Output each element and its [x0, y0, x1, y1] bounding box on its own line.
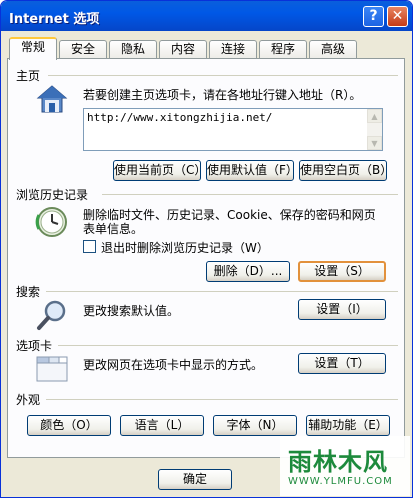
homepage-description: 若要创建主页选项卡，请在各地址行键入地址（R）。 — [83, 88, 362, 102]
delete-on-exit-checkbox[interactable] — [83, 240, 96, 253]
tabs-section-label: 选项卡 — [16, 339, 53, 353]
delete-history-button[interactable]: 删除（D）... — [206, 261, 290, 282]
tab-advanced[interactable]: 高级 — [309, 40, 357, 59]
use-blank-button[interactable]: 使用空白页（B） — [299, 160, 392, 181]
use-current-button[interactable]: 使用当前页（C） — [113, 160, 206, 181]
search-section-label: 搜索 — [16, 285, 41, 299]
tab-security[interactable]: 安全 — [59, 40, 107, 59]
delete-on-exit-label[interactable]: 退出时删除浏览历史记录（W） — [101, 239, 269, 256]
clock-icon — [35, 207, 67, 237]
tab-strip: 常规 安全 隐私 内容 连接 程序 高级 — [7, 37, 407, 60]
internet-options-dialog: Internet 选项 ? ✕ 常规 安全 隐私 内容 连接 程序 高级 主页 … — [0, 0, 413, 498]
divider — [102, 194, 398, 195]
homepage-url-value: http://www.xitongzhijia.net/ — [87, 111, 273, 124]
house-icon — [36, 85, 68, 113]
accessibility-button[interactable]: 辅助功能（E） — [306, 415, 390, 436]
appearance-section-label: 外观 — [16, 393, 41, 407]
tab-programs[interactable]: 程序 — [259, 40, 307, 59]
general-panel: 主页 若要创建主页选项卡，请在各地址行键入地址（R）。 http://www.x… — [7, 58, 405, 458]
tab-content[interactable]: 内容 — [159, 40, 207, 59]
history-settings-button[interactable]: 设置（S） — [298, 261, 386, 282]
magnifier-icon — [37, 300, 66, 330]
tab-privacy[interactable]: 隐私 — [109, 40, 157, 59]
tab-general[interactable]: 常规 — [9, 37, 57, 60]
history-section-label: 浏览历史记录 — [16, 188, 89, 202]
homepage-url-input[interactable]: http://www.xitongzhijia.net/ ▲ ▼ — [83, 108, 383, 151]
languages-button[interactable]: 语言（L） — [120, 415, 204, 436]
divider — [46, 399, 398, 400]
homepage-section-label: 主页 — [16, 69, 41, 83]
colors-button[interactable]: 颜色（O） — [27, 415, 111, 436]
history-description-line2: 表单信息。 — [83, 222, 144, 236]
url-scrollbar[interactable]: ▲ ▼ — [367, 109, 382, 150]
watermark-text: 雨林木风 — [288, 448, 388, 476]
ok-button[interactable]: 确定 — [158, 469, 232, 490]
watermark-logo: 雨林木风 WWW.YLMFU.COM — [280, 436, 410, 496]
tabbed-window-icon — [36, 356, 68, 382]
use-default-button[interactable]: 使用默认值（F） — [206, 160, 298, 181]
divider — [58, 345, 398, 346]
watermark-url: WWW.YLMFU.COM — [288, 476, 393, 487]
close-button[interactable]: ✕ — [387, 6, 408, 27]
window-title: Internet 选项 — [9, 12, 100, 27]
tabs-settings-button[interactable]: 设置（T） — [298, 353, 386, 374]
tab-connections[interactable]: 连接 — [209, 40, 257, 59]
search-settings-button[interactable]: 设置（I） — [298, 299, 386, 320]
title-bar[interactable]: Internet 选项 ? ✕ — [1, 1, 412, 31]
help-button[interactable]: ? — [363, 6, 384, 27]
fonts-button[interactable]: 字体（N） — [213, 415, 297, 436]
scroll-up-icon[interactable]: ▲ — [367, 109, 382, 123]
divider — [46, 291, 398, 292]
search-description: 更改搜索默认值。 — [83, 304, 180, 318]
tabs-description: 更改网页在选项卡中显示的方式。 — [83, 358, 264, 372]
divider — [48, 75, 398, 76]
scroll-down-icon[interactable]: ▼ — [367, 136, 382, 150]
